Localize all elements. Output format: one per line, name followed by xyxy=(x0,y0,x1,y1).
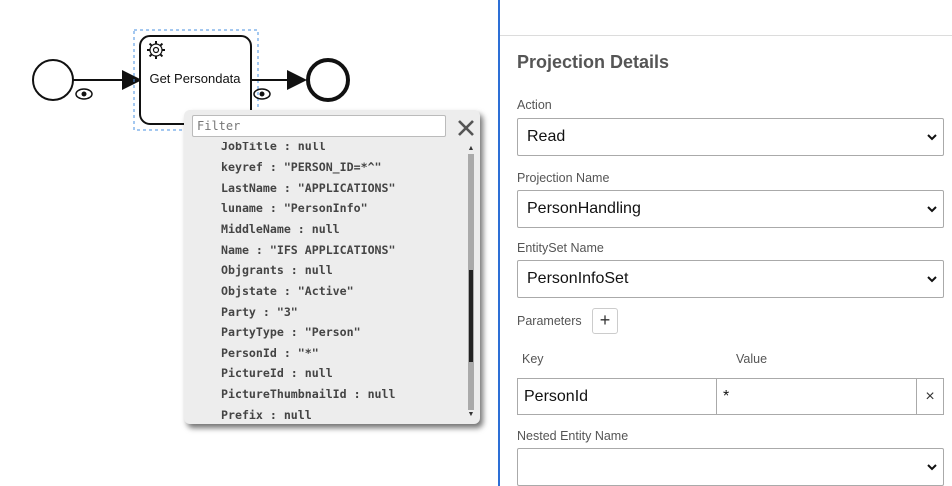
task-label: Get Persondata xyxy=(149,71,241,86)
property-row: Party : "3" xyxy=(221,305,298,319)
entityset-label: EntitySet Name xyxy=(517,241,604,255)
property-row: PictureThumbnailId : null xyxy=(221,387,396,401)
nested-entity-select[interactable] xyxy=(517,448,944,486)
property-row: PictureId : null xyxy=(221,366,333,380)
entityset-select[interactable]: PersonInfoSet xyxy=(517,260,944,298)
projection-value: PersonHandling xyxy=(527,200,641,217)
panel-title: Projection Details xyxy=(517,52,670,72)
filter-input[interactable] xyxy=(192,115,446,137)
chevron-down-icon xyxy=(927,206,937,213)
scroll-thumb[interactable] xyxy=(469,270,473,362)
chevron-down-icon xyxy=(927,134,937,141)
property-list[interactable]: JobTitle : null keyref : "PERSON_ID=*^" … xyxy=(184,142,466,420)
diagram-canvas[interactable]: Get Persondata JobTitle : null keyref : … xyxy=(0,0,498,486)
parameter-value-value: * xyxy=(723,388,730,405)
end-event[interactable] xyxy=(306,58,350,102)
property-row: luname : "PersonInfo" xyxy=(221,201,368,215)
property-row: Name : "IFS APPLICATIONS" xyxy=(221,243,396,257)
popup-scrollbar[interactable]: ▲ ▼ xyxy=(466,144,476,420)
chevron-down-icon xyxy=(927,276,937,283)
property-row: Objstate : "Active" xyxy=(221,284,354,298)
property-row: LastName : "APPLICATIONS" xyxy=(221,181,396,195)
eye-icon[interactable] xyxy=(253,88,271,100)
scroll-down-icon[interactable]: ▼ xyxy=(466,410,476,420)
start-event[interactable] xyxy=(32,59,74,101)
property-row: MiddleName : null xyxy=(221,222,340,236)
projection-label: Projection Name xyxy=(517,171,610,185)
scroll-up-icon[interactable]: ▲ xyxy=(466,144,476,154)
parameters-label: Parameters xyxy=(517,314,582,328)
property-row: keyref : "PERSON_ID=*^" xyxy=(221,160,382,174)
value-column-header: Value xyxy=(736,352,768,366)
parameter-key-input[interactable]: PersonId xyxy=(517,378,717,415)
property-row: PersonId : "*" xyxy=(221,346,319,360)
remove-parameter-button[interactable]: × xyxy=(916,378,944,415)
properties-panel: Projection Details Action Read Projectio… xyxy=(500,0,952,486)
projection-select[interactable]: PersonHandling xyxy=(517,190,944,228)
properties-popup: JobTitle : null keyref : "PERSON_ID=*^" … xyxy=(184,110,480,424)
panel-top-border xyxy=(500,35,952,36)
key-column-header: Key xyxy=(522,352,544,366)
nested-entity-label: Nested Entity Name xyxy=(517,429,629,443)
action-label: Action xyxy=(517,98,552,112)
eye-icon[interactable] xyxy=(75,88,93,100)
property-row: JobTitle : null xyxy=(221,142,326,153)
parameter-value-input[interactable]: * xyxy=(716,378,917,415)
property-row: Objgrants : null xyxy=(221,263,333,277)
action-select[interactable]: Read xyxy=(517,118,944,156)
scroll-track[interactable] xyxy=(468,154,474,410)
property-row: PartyType : "Person" xyxy=(221,325,361,339)
chevron-down-icon xyxy=(927,464,937,471)
add-parameter-button[interactable]: + xyxy=(592,308,618,334)
entityset-value: PersonInfoSet xyxy=(527,270,629,287)
action-value: Read xyxy=(527,128,566,145)
close-icon[interactable] xyxy=(456,118,476,138)
property-row: Prefix : null xyxy=(221,408,312,420)
parameter-key-value: PersonId xyxy=(524,388,589,405)
